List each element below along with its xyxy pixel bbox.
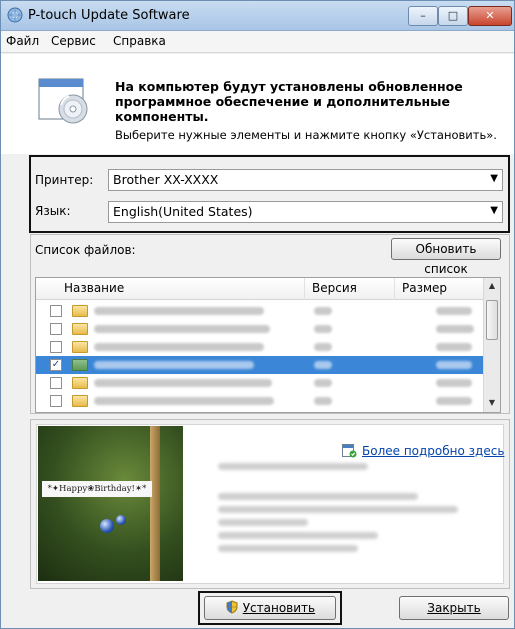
photo-frame	[150, 426, 160, 581]
info-icon	[342, 444, 357, 458]
shield-icon	[226, 600, 238, 614]
column-version[interactable]: Версия	[312, 281, 357, 295]
folder-icon	[72, 341, 88, 353]
file-checkbox[interactable]	[50, 305, 62, 317]
close-button[interactable]: Закрыть	[399, 596, 509, 620]
refresh-list-button[interactable]: Обновить список	[391, 238, 501, 276]
file-row[interactable]	[36, 320, 485, 338]
chevron-down-icon: ▼	[490, 205, 498, 216]
photo-ornament	[100, 519, 114, 533]
blurred-description-line	[218, 545, 358, 552]
file-checkbox[interactable]: ✓	[50, 359, 62, 371]
photo-background	[38, 426, 183, 581]
folder-icon	[72, 377, 88, 389]
scroll-down-icon[interactable]: ▼	[484, 395, 500, 411]
blurred-file-name	[94, 397, 274, 405]
file-row[interactable]	[36, 302, 485, 320]
file-checkbox[interactable]	[50, 323, 62, 335]
language-value: English(United States)	[113, 204, 253, 219]
file-checkbox[interactable]	[50, 377, 62, 389]
chevron-down-icon: ▼	[490, 173, 498, 184]
blurred-description-line	[218, 506, 458, 513]
blurred-description-line	[218, 519, 308, 526]
header-title: На компьютер будут установлены обновленн…	[115, 79, 463, 124]
printer-select[interactable]: Brother XX-XXXX ▼	[108, 169, 503, 191]
column-size[interactable]: Размер	[402, 281, 447, 295]
folder-icon	[72, 359, 88, 371]
blurred-file-name	[94, 379, 272, 387]
folder-icon	[72, 305, 88, 317]
blurred-file-name	[94, 325, 270, 333]
file-list-header: Название Версия Размер	[36, 278, 485, 300]
minimize-button[interactable]: –	[408, 6, 438, 26]
blurred-file-size	[436, 361, 472, 369]
blurred-file-version	[314, 325, 332, 333]
file-row[interactable]	[36, 392, 485, 410]
install-button[interactable]: Установить	[204, 596, 336, 620]
file-row[interactable]	[36, 374, 485, 392]
blurred-description-line	[218, 493, 418, 500]
folder-icon	[72, 395, 88, 407]
printer-value: Brother XX-XXXX	[113, 172, 219, 187]
photo-ornament	[116, 515, 126, 525]
menu-file[interactable]: Файл	[6, 34, 39, 48]
scroll-thumb[interactable]	[486, 300, 498, 340]
close-window-button[interactable]: ✕	[468, 6, 512, 26]
blurred-file-name	[94, 361, 254, 369]
software-disc-icon	[38, 78, 88, 124]
blurred-file-size	[436, 379, 472, 387]
blurred-file-size	[436, 325, 474, 333]
blurred-file-name	[94, 307, 264, 315]
app-icon	[7, 7, 23, 23]
window-title: P-touch Update Software	[28, 8, 190, 23]
header-subtitle: Выберите нужные элементы и нажмите кнопк…	[115, 128, 497, 142]
blurred-file-size	[436, 307, 472, 315]
blurred-file-version	[314, 361, 332, 369]
menu-help[interactable]: Справка	[113, 34, 166, 48]
file-checkbox[interactable]	[50, 395, 62, 407]
file-row[interactable]	[36, 338, 485, 356]
title-bar[interactable]: P-touch Update Software – □ ✕	[1, 1, 514, 31]
blurred-file-size	[436, 397, 472, 405]
file-row[interactable]: ✓	[36, 356, 485, 374]
column-divider	[304, 278, 305, 300]
file-checkbox[interactable]	[50, 341, 62, 353]
blurred-description-line	[218, 463, 368, 470]
language-label: Язык:	[35, 204, 71, 218]
file-list[interactable]: Название Версия Размер ✓ ▲ ▼	[35, 277, 501, 413]
photo-label-tape: *✦Happy❀Birthday!✶*	[42, 481, 152, 497]
scroll-up-icon[interactable]: ▲	[484, 278, 500, 294]
blurred-file-version	[314, 343, 332, 351]
header-panel: На компьютер будут установлены обновленн…	[1, 54, 514, 154]
maximize-button[interactable]: □	[438, 6, 468, 26]
blurred-file-version	[314, 397, 332, 405]
printer-language-section: Принтер: Brother XX-XXXX ▼ Язык: English…	[29, 155, 510, 233]
printer-label: Принтер:	[35, 173, 94, 187]
blurred-file-size	[436, 343, 472, 351]
file-list-label: Список файлов:	[35, 243, 136, 257]
blurred-file-version	[314, 379, 332, 387]
blurred-file-version	[314, 307, 332, 315]
label-preview-image: *✦Happy❀Birthday!✶*	[38, 426, 183, 581]
update-window: P-touch Update Software – □ ✕ Файл Серви…	[0, 0, 515, 629]
blurred-file-name	[94, 343, 264, 351]
blurred-description-line	[218, 532, 378, 539]
install-label: Установить	[242, 601, 316, 615]
menu-service[interactable]: Сервис	[51, 34, 96, 48]
close-label: Закрыть	[427, 601, 481, 615]
file-list-scrollbar[interactable]: ▲ ▼	[483, 278, 500, 412]
language-select[interactable]: English(United States) ▼	[108, 201, 503, 223]
column-divider	[394, 278, 395, 300]
menu-bar: Файл Сервис Справка	[1, 31, 514, 53]
column-name[interactable]: Название	[64, 281, 124, 295]
folder-icon	[72, 323, 88, 335]
more-info-link[interactable]: Более подробно здесь	[362, 444, 504, 458]
